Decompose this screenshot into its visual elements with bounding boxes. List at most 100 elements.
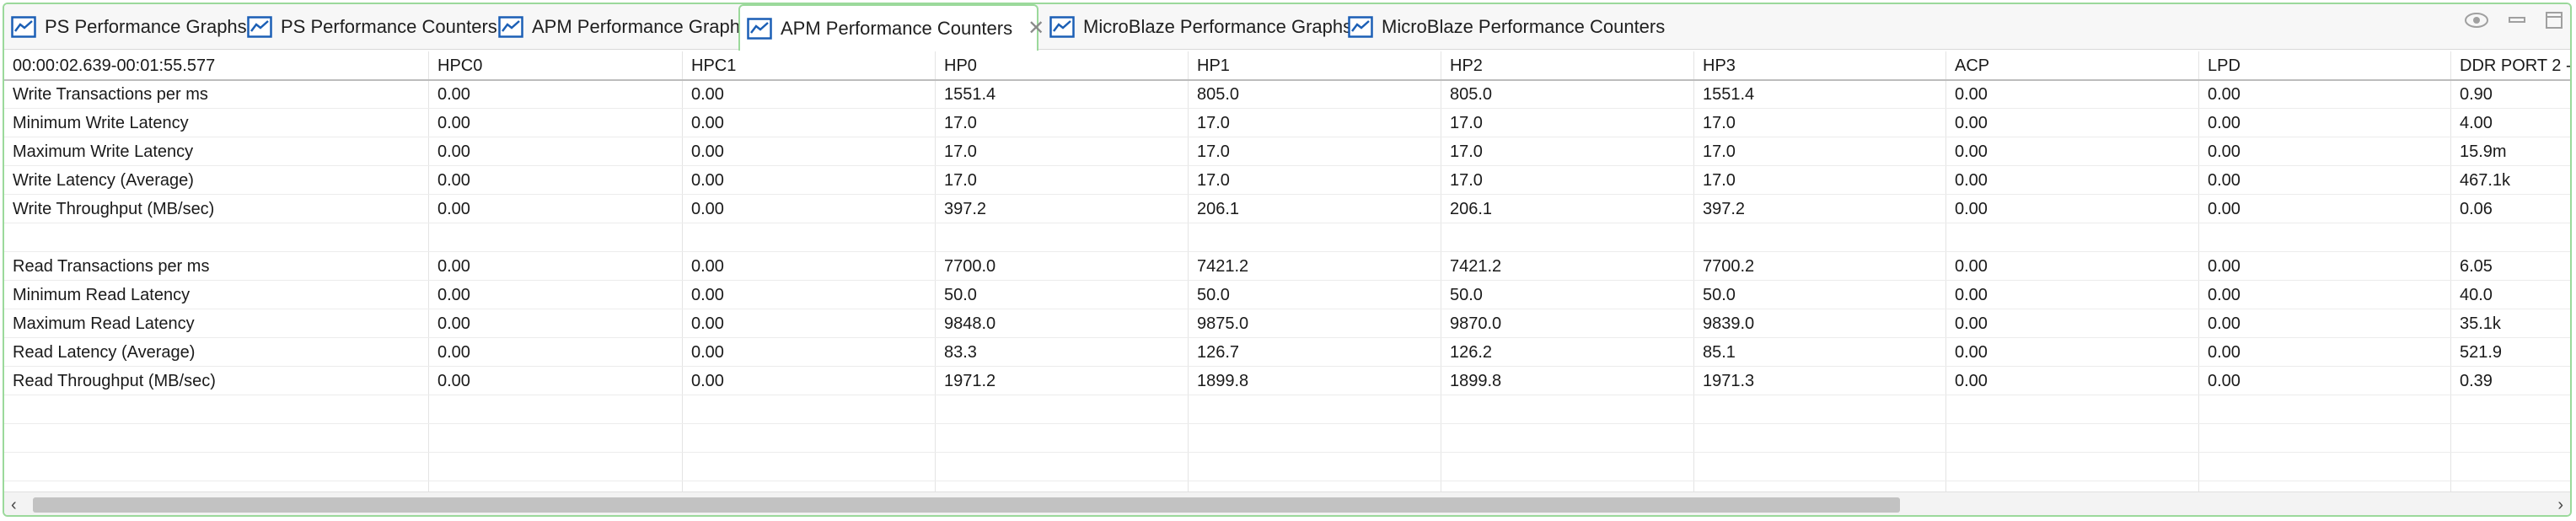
table-cell: 7421.2	[1197, 257, 1249, 276]
column-header: 00:00:02.639-00:01:55.577	[13, 56, 216, 75]
tab-apm-performance-counters[interactable]: APM Performance Counters ✕	[738, 4, 1044, 51]
column-header: HPC0	[437, 56, 483, 75]
table-cell	[429, 453, 683, 481]
table-cell: 0.00	[691, 257, 724, 276]
table-row[interactable]: Minimum Read Latency 0.00 0.00 50.0 50.0 50.0…	[4, 281, 2570, 309]
table-cell	[1189, 395, 1441, 424]
tab-label: PS Performance Counters	[281, 15, 497, 37]
table-cell: 1551.4	[944, 85, 996, 104]
table-cell: 17.0	[1450, 171, 1483, 190]
table-cell: 0.00	[691, 286, 724, 304]
table-cell: 0.00	[2208, 372, 2241, 390]
table-cell: 7700.0	[944, 257, 996, 276]
scroll-right-arrow[interactable]: ›	[2557, 492, 2563, 515]
table-cell: 0.00	[1955, 314, 1988, 333]
table-cell: 7700.2	[1703, 257, 1755, 276]
column-header: DDR PORT 2 -	[2460, 56, 2570, 75]
table-row[interactable]: Read Latency (Average) 0.00 0.00 83.3 126.7 1…	[4, 338, 2570, 367]
table-cell	[1694, 453, 1946, 481]
chart-icon	[1348, 15, 1373, 38]
table-cell: 0.00	[1955, 372, 1988, 390]
table-header: 00:00:02.639-00:01:55.577 HPC0 HPC1 HP0 HP1 H…	[4, 51, 2570, 80]
tab-microblaze-performance-graphs[interactable]: MicroBlaze Performance Graphs	[1043, 4, 1352, 49]
table-cell	[1694, 395, 1946, 424]
table-cell: 521.9	[2460, 343, 2503, 362]
eye-icon[interactable]	[2464, 12, 2489, 34]
table-row[interactable]: Write Latency (Average) 0.00 0.00 17.0 17.0 1…	[4, 166, 2570, 195]
table-cell: 0.00	[437, 200, 470, 218]
table-cell: 0.00	[2208, 85, 2241, 104]
table-cell: 6.05	[2460, 257, 2493, 276]
table-cell: 1971.2	[944, 372, 996, 390]
row-label	[4, 395, 429, 424]
table-cell: 9848.0	[944, 314, 996, 333]
table-cell: 397.2	[1703, 200, 1746, 218]
table-cell	[1694, 424, 1946, 453]
table-row[interactable]	[4, 424, 2570, 453]
row-label: Maximum Read Latency	[13, 314, 195, 333]
table-cell	[936, 395, 1189, 424]
table-cell: 0.00	[1955, 343, 1988, 362]
tab-bar: PS Performance Graphs PS Performance Coun…	[4, 4, 2570, 51]
column-header: HP3	[1703, 56, 1736, 75]
table-cell: 0.00	[437, 372, 470, 390]
table-cell: 0.00	[1955, 286, 1988, 304]
column-header: LPD	[2208, 56, 2241, 75]
table-cell: 40.0	[2460, 286, 2493, 304]
table-cell: 0.00	[2208, 286, 2241, 304]
table-cell: 35.1k	[2460, 314, 2501, 333]
table-cell	[429, 223, 683, 252]
table-cell: 9839.0	[1703, 314, 1755, 333]
table-cell: 0.00	[437, 171, 470, 190]
minimize-icon[interactable]	[2508, 12, 2526, 34]
table-row[interactable]	[4, 453, 2570, 481]
table-cell: 0.00	[1955, 200, 1988, 218]
table-cell	[936, 424, 1189, 453]
tab-ps-performance-graphs[interactable]: PS Performance Graphs	[4, 4, 247, 49]
tab-ps-performance-counters[interactable]: PS Performance Counters	[240, 4, 497, 49]
table-cell: 0.00	[2208, 142, 2241, 161]
table-cell: 50.0	[944, 286, 977, 304]
chart-icon	[498, 15, 523, 38]
table-cell	[1441, 223, 1694, 252]
table-cell	[2199, 395, 2451, 424]
table-row[interactable]: Read Transactions per ms 0.00 0.00 7700.0 74…	[4, 252, 2570, 281]
tab-apm-performance-graphs[interactable]: APM Performance Graphs	[491, 4, 749, 49]
chart-icon	[747, 17, 772, 40]
chart-icon	[11, 15, 36, 38]
table-row[interactable]: Maximum Read Latency 0.00 0.00 9848.0 9875.0…	[4, 309, 2570, 338]
row-label: Minimum Write Latency	[13, 114, 189, 132]
table-cell: 17.0	[1197, 114, 1230, 132]
table-row[interactable]: Write Transactions per ms 0.00 0.00 1551.4 8…	[4, 80, 2570, 109]
maximize-icon[interactable]	[2545, 11, 2563, 35]
table-cell	[2199, 424, 2451, 453]
table-cell: 50.0	[1450, 286, 1483, 304]
table-row[interactable]	[4, 395, 2570, 424]
tab-label: MicroBlaze Performance Counters	[1382, 15, 1666, 37]
tab-microblaze-performance-counters[interactable]: MicroBlaze Performance Counters	[1341, 4, 1666, 49]
table-cell: 9875.0	[1197, 314, 1249, 333]
scroll-left-arrow[interactable]: ‹	[11, 492, 17, 515]
table-cell: 0.00	[2208, 343, 2241, 362]
table-cell: 17.0	[944, 171, 977, 190]
row-label: Write Transactions per ms	[13, 85, 208, 104]
scrollbar-thumb[interactable]	[33, 497, 1900, 513]
table-row[interactable]	[4, 223, 2570, 252]
table-row[interactable]: Write Throughput (MB/sec) 0.00 0.00 397.2 20…	[4, 195, 2570, 223]
table-cell: 206.1	[1197, 200, 1240, 218]
table-row[interactable]: Maximum Write Latency 0.00 0.00 17.0 17.0 17.…	[4, 137, 2570, 166]
table-cell: 17.0	[1450, 142, 1483, 161]
table-cell	[2451, 424, 2570, 453]
column-header: ACP	[1955, 56, 1990, 75]
table-row[interactable]: Minimum Write Latency 0.00 0.00 17.0 17.0 17.…	[4, 109, 2570, 137]
table-cell	[1441, 453, 1694, 481]
table-row[interactable]: Read Throughput (MB/sec) 0.00 0.00 1971.2 18…	[4, 367, 2570, 395]
table-cell	[683, 424, 936, 453]
row-label: Read Transactions per ms	[13, 257, 210, 276]
table-cell: 0.00	[691, 343, 724, 362]
horizontal-scrollbar[interactable]: ‹ ›	[4, 491, 2570, 515]
table-cell: 83.3	[944, 343, 977, 362]
table-cell: 50.0	[1197, 286, 1230, 304]
table-cell: 7421.2	[1450, 257, 1502, 276]
column-header: HP1	[1197, 56, 1230, 75]
